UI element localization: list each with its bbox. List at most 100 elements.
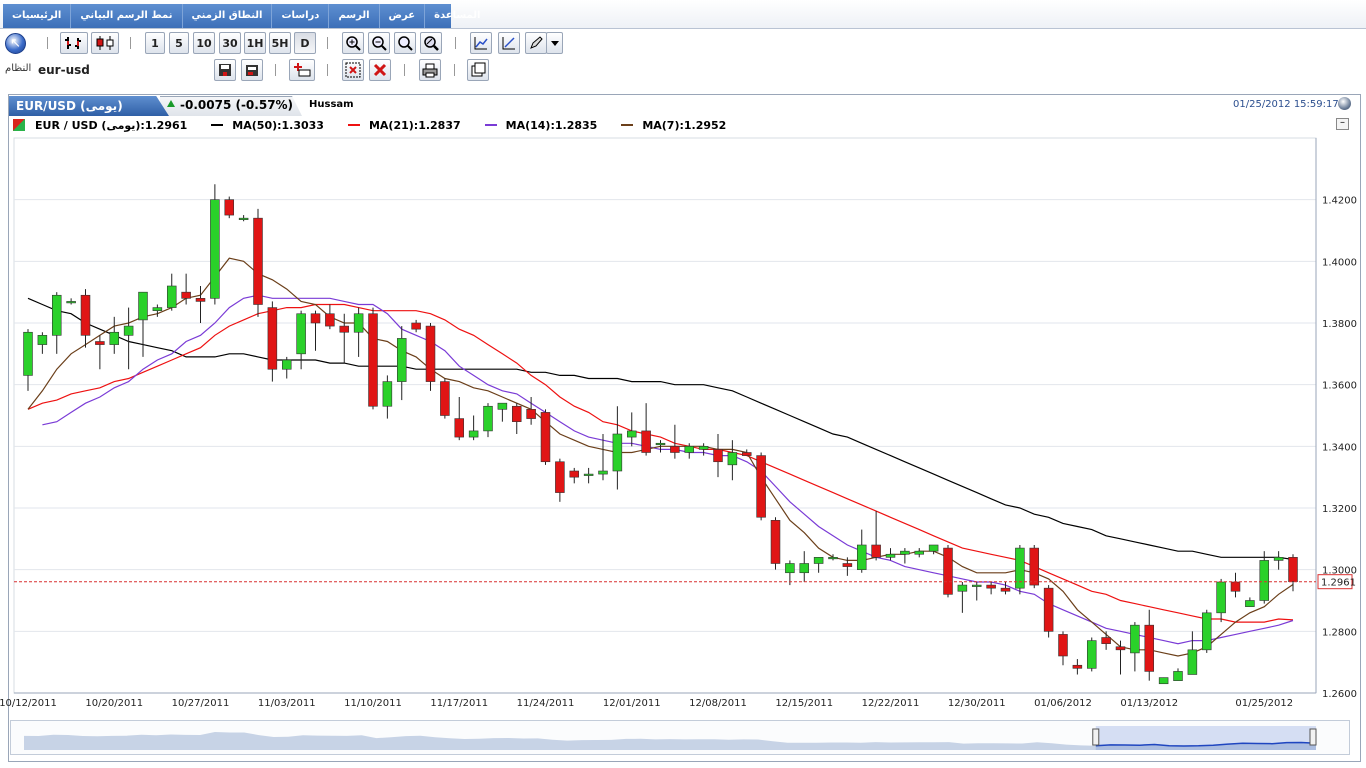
- x-tick-label: 11/03/2011: [258, 698, 316, 709]
- candle-body: [1230, 581, 1241, 592]
- candle-body: [871, 544, 881, 558]
- candle-body: [281, 359, 292, 370]
- candle-body: [95, 341, 105, 345]
- x-tick-label: 12/01/2011: [603, 698, 661, 709]
- x-tick-label: 10/20/2011: [85, 698, 143, 709]
- candle-body: [1144, 624, 1155, 672]
- candle-body: [842, 563, 853, 567]
- candle-body: [411, 322, 421, 330]
- candle-body: [957, 584, 968, 592]
- candle-body: [1273, 557, 1284, 561]
- candle-body: [1101, 637, 1111, 644]
- candle-body: [1029, 547, 1040, 586]
- y-tick-label: 1.3400: [1322, 442, 1357, 453]
- candle-body: [1130, 624, 1140, 654]
- candle-body: [741, 452, 752, 456]
- candle-body: [928, 544, 939, 552]
- candle-body: [986, 584, 996, 589]
- candle-body: [1259, 560, 1270, 601]
- candle-body: [238, 217, 249, 220]
- app-window: الرئيسيات نمط الرسم البياني النطاق الزمن…: [0, 0, 1366, 768]
- candle-body: [626, 430, 637, 438]
- candle-body: [555, 461, 565, 493]
- candle-body: [1043, 587, 1054, 632]
- candle-body: [325, 313, 335, 327]
- y-tick-label: 1.3200: [1322, 504, 1357, 515]
- candle-body: [339, 325, 350, 333]
- y-tick-label: 1.3600: [1322, 381, 1357, 392]
- y-tick-label: 1.4000: [1322, 257, 1357, 268]
- candle-body: [195, 298, 206, 302]
- candle-body: [1245, 600, 1255, 607]
- time-navigator[interactable]: [10, 720, 1350, 755]
- price-chart[interactable]: 1.42001.40001.38001.36001.34001.32001.30…: [0, 0, 1366, 768]
- candle-body: [569, 470, 580, 478]
- candle-body: [856, 544, 867, 570]
- candle-body: [253, 217, 263, 305]
- x-tick-label: 01/25/2012: [1235, 698, 1293, 709]
- candle-body: [109, 331, 120, 345]
- candle-body: [468, 430, 479, 438]
- candle-body: [296, 313, 306, 355]
- candle-body: [138, 291, 148, 321]
- candle-body: [511, 405, 522, 422]
- candle-body: [23, 331, 33, 376]
- candle-body: [51, 294, 62, 336]
- plot-area: [13, 137, 1317, 694]
- candle-body: [80, 294, 91, 336]
- x-tick-label: 10/27/2011: [172, 698, 230, 709]
- x-tick-label: 12/15/2011: [775, 698, 833, 709]
- candle-body: [1058, 634, 1068, 657]
- candle-body: [1187, 649, 1198, 675]
- candle-body: [425, 325, 436, 382]
- candle-body: [1201, 612, 1212, 651]
- x-tick-label: 11/10/2011: [344, 698, 402, 709]
- candle-body: [1288, 557, 1298, 582]
- x-tick-label: 11/17/2011: [430, 698, 488, 709]
- candle-body: [641, 430, 651, 453]
- x-tick-label: 01/13/2012: [1120, 698, 1178, 709]
- candle-body: [382, 381, 393, 407]
- candle-body: [900, 550, 910, 555]
- candle-body: [1000, 587, 1011, 592]
- candle-body: [612, 433, 623, 472]
- x-tick-label: 12/22/2011: [862, 698, 920, 709]
- candle-body: [813, 557, 824, 564]
- candle-body: [1173, 671, 1183, 681]
- candle-body: [368, 313, 378, 407]
- candle-body: [497, 402, 508, 410]
- candle-body: [598, 470, 608, 475]
- candle-body: [152, 307, 163, 311]
- candle-body: [267, 307, 278, 370]
- candle-body: [454, 418, 465, 438]
- candle-body: [37, 335, 48, 345]
- candle-body: [181, 291, 191, 299]
- candle-body: [943, 547, 953, 595]
- candle-body: [885, 553, 896, 558]
- y-tick-label: 1.3800: [1322, 319, 1357, 330]
- x-tick-label: 11/24/2011: [517, 698, 575, 709]
- candle-body: [224, 199, 235, 216]
- x-tick-label: 01/06/2012: [1034, 698, 1092, 709]
- y-tick-label: 1.2800: [1322, 627, 1357, 638]
- candle-body: [684, 446, 695, 453]
- candle-body: [828, 557, 838, 560]
- candle-body: [66, 301, 76, 304]
- candle-body: [698, 446, 709, 450]
- candle-body: [770, 520, 781, 564]
- candle-body: [1086, 640, 1097, 669]
- candle-body: [1072, 664, 1083, 669]
- candle-body: [310, 313, 321, 324]
- candle-body: [583, 473, 594, 476]
- candle-body: [971, 584, 982, 587]
- candle-body: [713, 449, 723, 463]
- last-price-label: 1.2961: [1321, 578, 1356, 589]
- candle-body: [540, 412, 551, 463]
- candle-body: [440, 381, 450, 416]
- candle-body: [1158, 677, 1169, 685]
- candle-body: [353, 313, 364, 333]
- candle-body: [166, 285, 177, 308]
- candle-body: [483, 405, 493, 432]
- candle-body: [526, 409, 536, 419]
- y-tick-label: 1.2600: [1322, 689, 1357, 700]
